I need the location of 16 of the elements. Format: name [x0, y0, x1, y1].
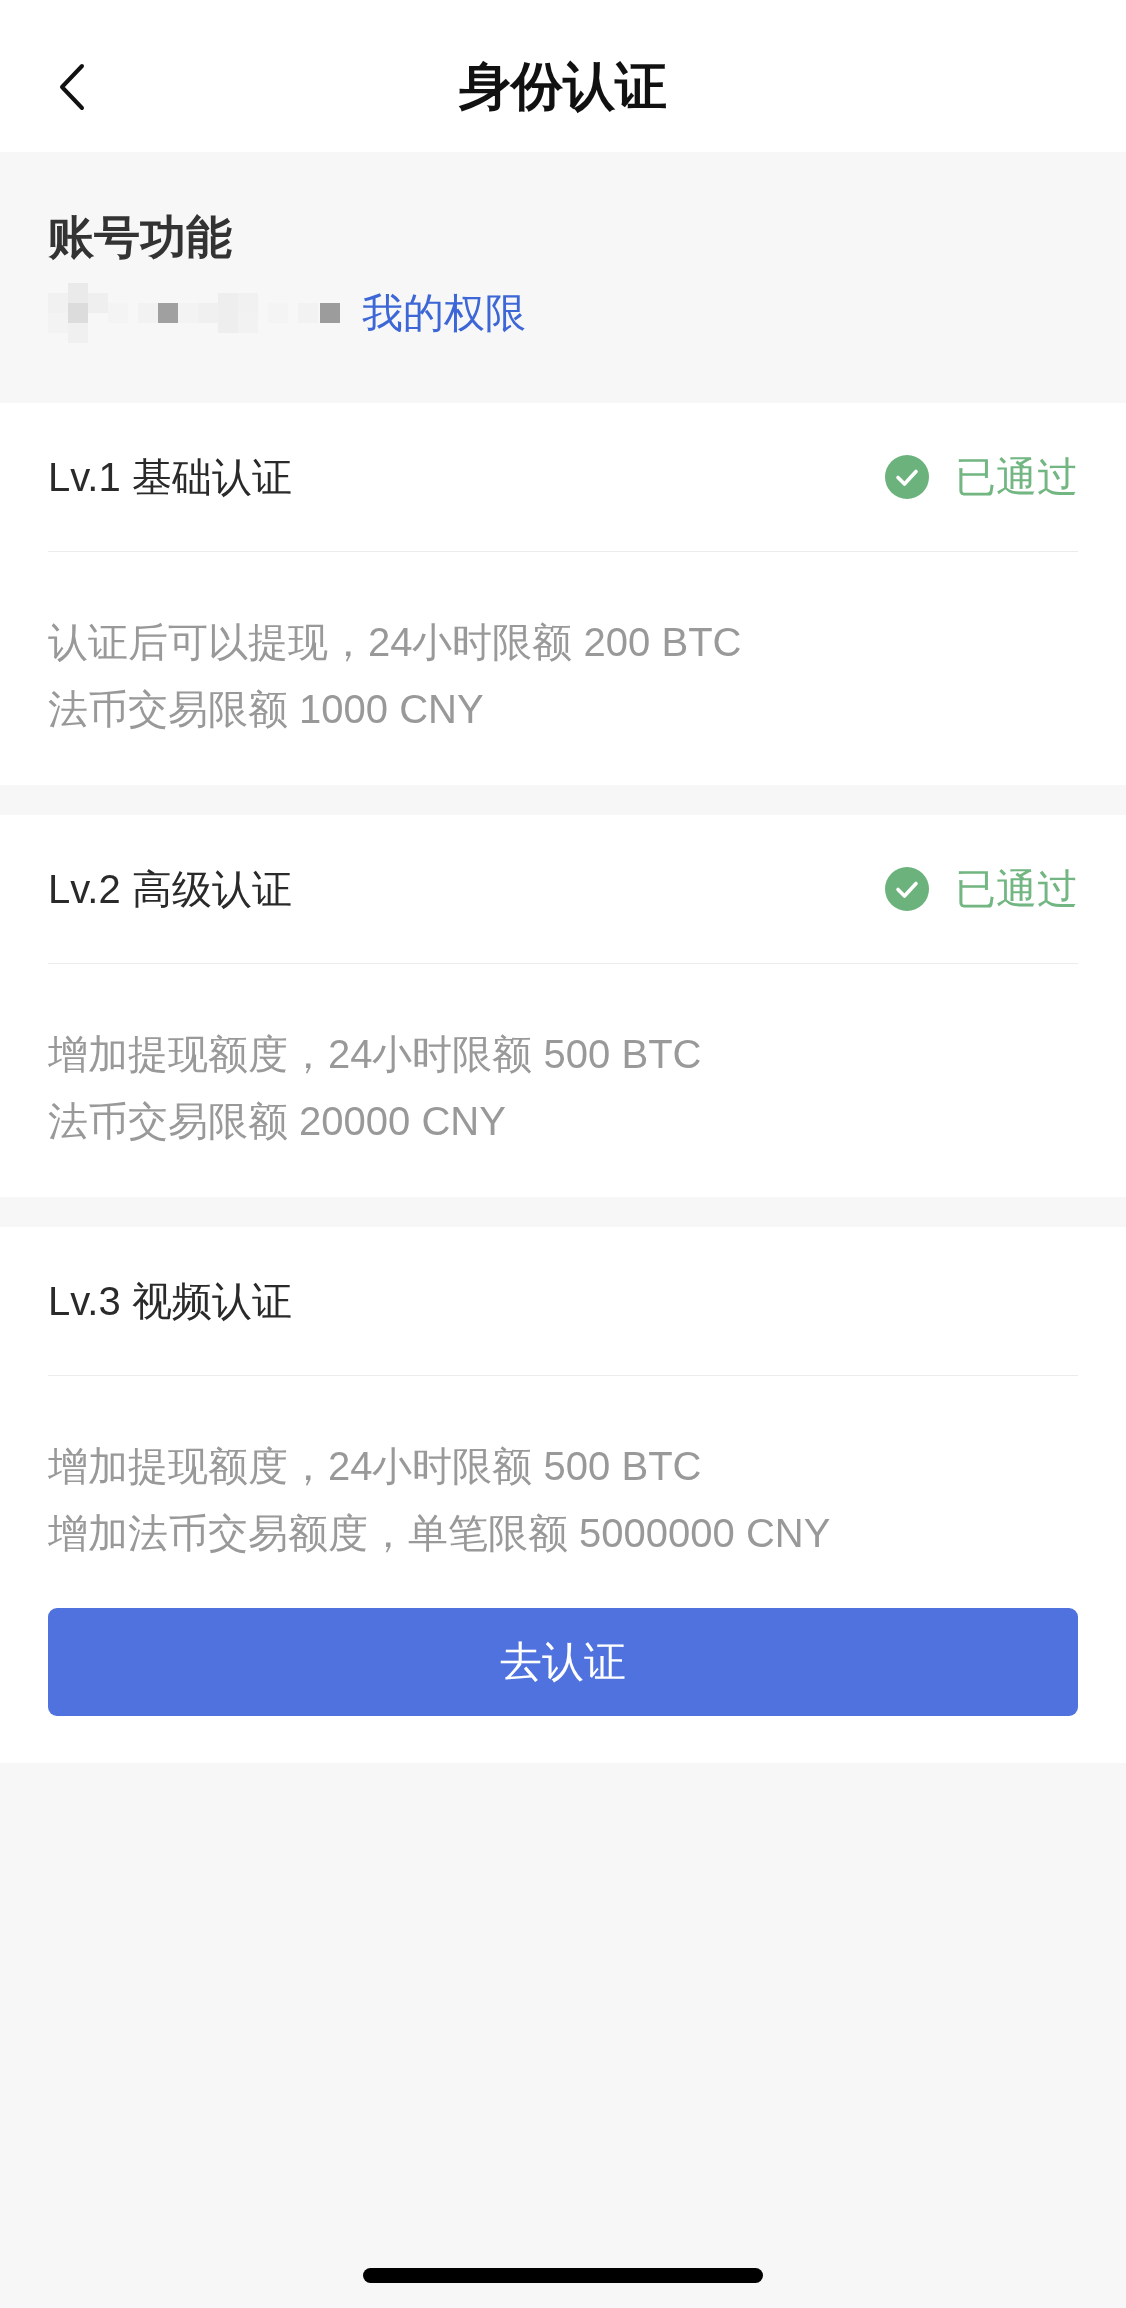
limit-text: 增加法币交易额度，单笔限额 5000000 CNY — [48, 1510, 832, 1557]
level-title: Lv.1 基础认证 — [48, 454, 292, 501]
limit-text: 法币交易限额 20000 CNY — [48, 1098, 507, 1145]
level-title: Lv.2 高级认证 — [48, 866, 292, 913]
page-title: 身份认证 — [459, 56, 667, 117]
status-label: 已通过 — [955, 453, 1078, 502]
limit-text: 增加提现额度，24小时限额 500 BTC — [48, 1031, 703, 1078]
limit-text: 增加提现额度，24小时限额 500 BTC — [48, 1443, 703, 1490]
level-title: Lv.3 视频认证 — [48, 1278, 292, 1325]
verify-button[interactable]: 去认证 — [48, 1608, 1078, 1716]
section-title: 账号功能 — [48, 210, 233, 265]
status-label: 已通过 — [955, 865, 1078, 914]
limit-text: 认证后可以提现，24小时限额 200 BTC — [48, 619, 743, 666]
permissions-link[interactable]: 我的权限 — [362, 287, 526, 339]
limit-text: 法币交易限额 1000 CNY — [48, 686, 485, 733]
back-icon[interactable] — [58, 63, 86, 111]
